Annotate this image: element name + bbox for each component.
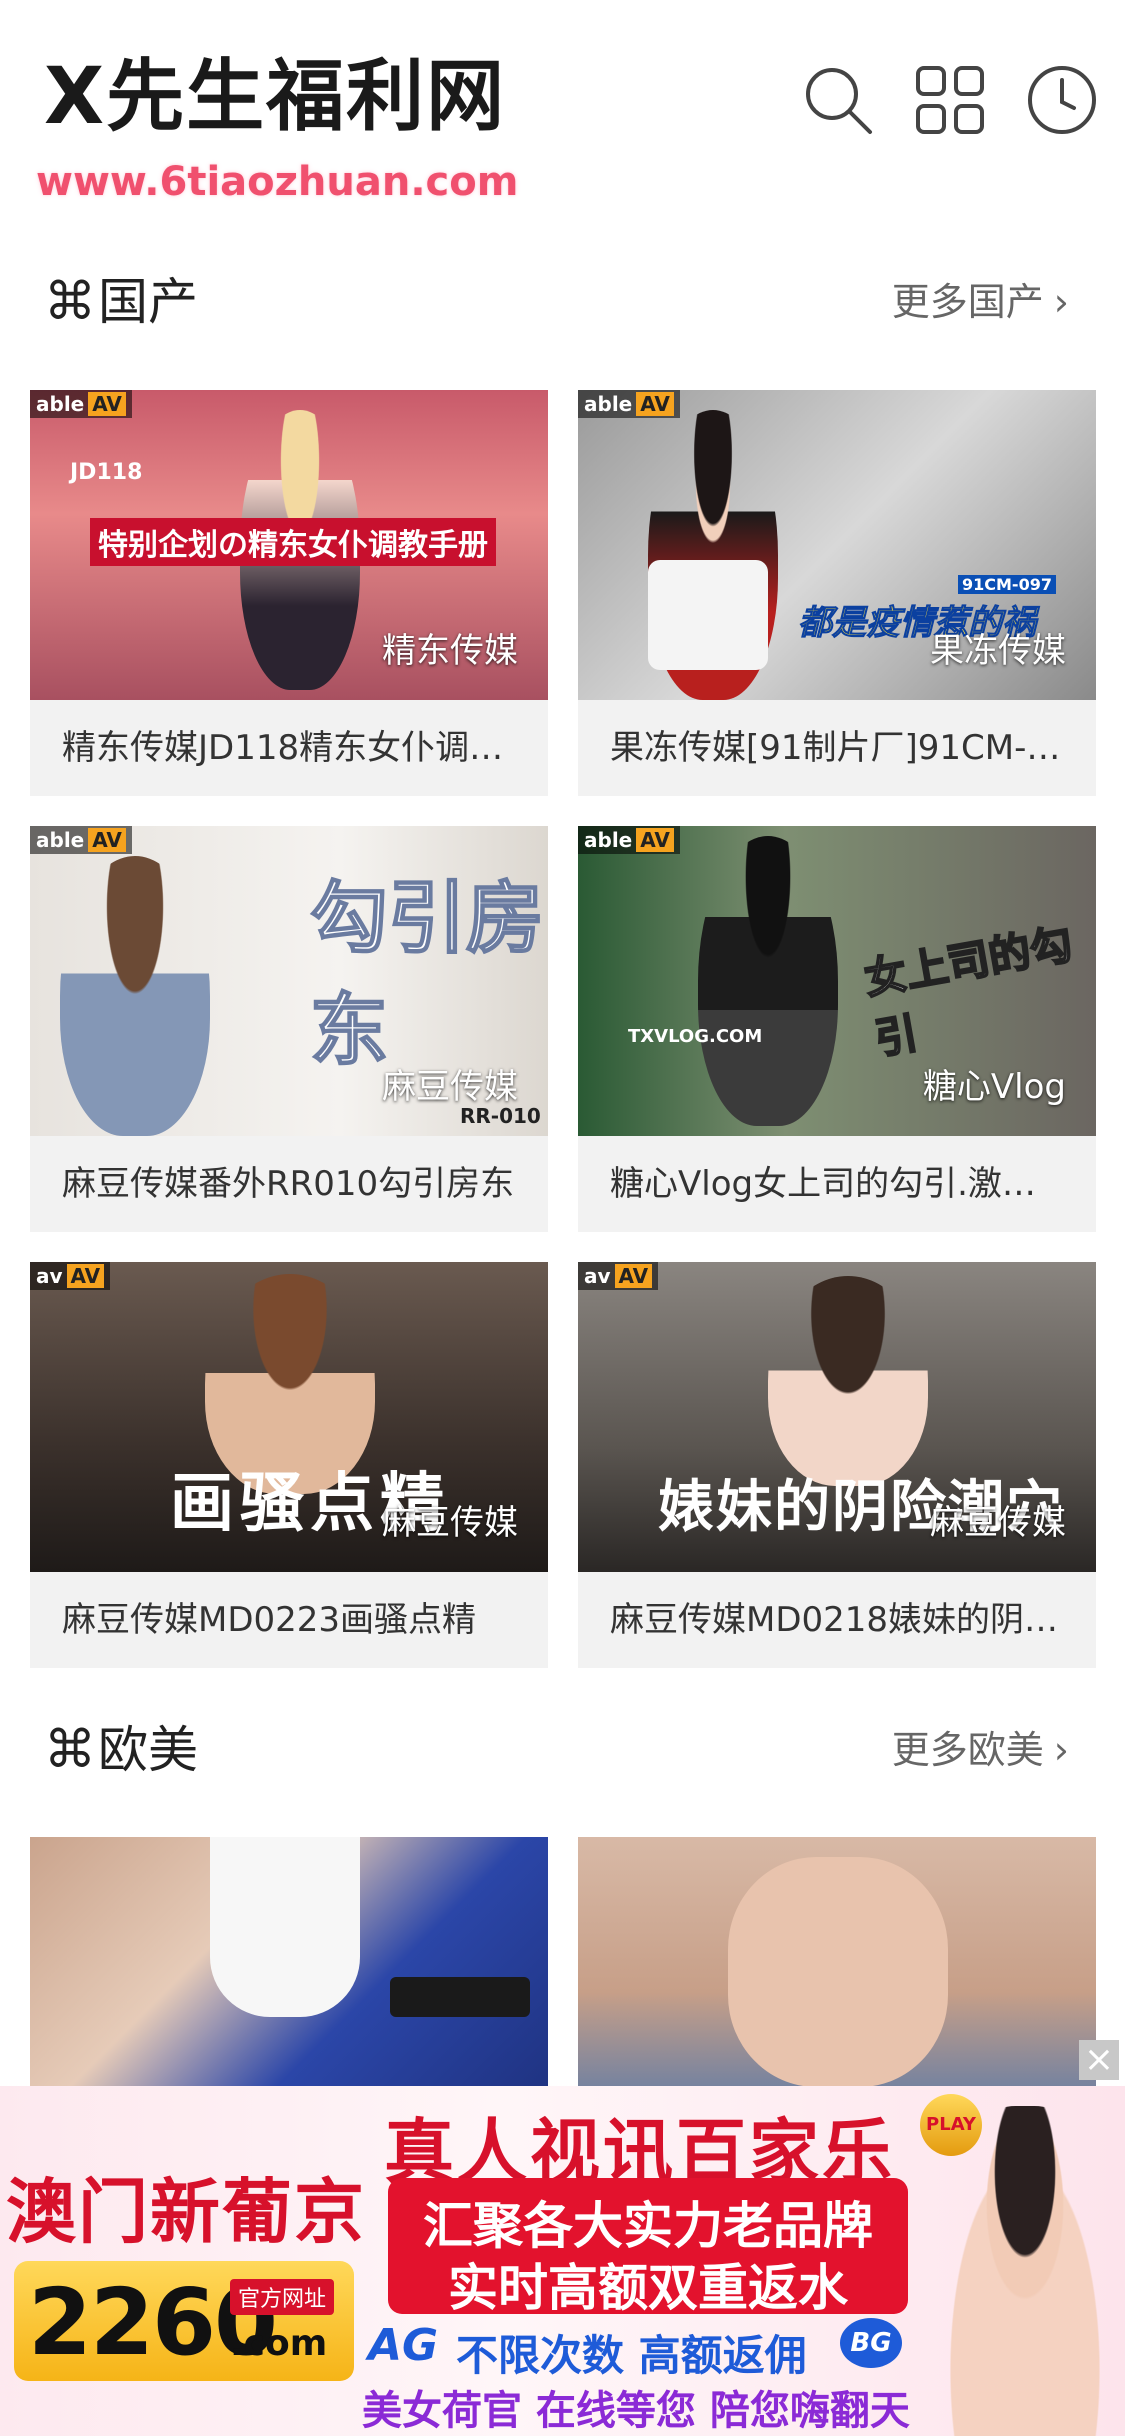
section-title-text: 国产 [98,273,198,331]
av-badge: able AV [578,826,680,854]
site-url: www.6tiaozhuan.com [36,159,519,205]
video-title: 麻豆传媒番外RR010勾引房东 [62,1164,515,1204]
search-icon[interactable] [800,62,876,138]
site-title[interactable]: X先生福利网 [44,58,506,136]
section-title-text: 欧美 [98,1721,198,1779]
av-badge: able AV [30,390,132,418]
video-source: 麻豆传媒 [930,1503,1066,1543]
thumbnail-caption: 勾引房东 [309,873,545,1077]
video-title: 麻豆传媒MD0223画骚点精 [62,1600,477,1640]
video-thumbnail: av AV 画骚点精 麻豆传媒 [30,1262,548,1572]
video-card[interactable]: able AV 女上司的勾引 TXVLOG.COM 糖心Vlog 糖心Vlog女上… [578,826,1096,1232]
bg-logo-icon: BG [840,2318,902,2368]
video-thumbnail: av AV 婊妹的阴险潮穴 麻豆传媒 [578,1262,1096,1572]
av-badge: able AV [30,826,132,854]
video-thumbnail: able AV 都是疫情惹的祸 91CM-097 果冻传媒 [578,390,1096,700]
ad-dot-com: .com [230,2323,328,2364]
video-source: 糖心Vlog [922,1067,1066,1107]
ad-close-button[interactable]: × [1079,2040,1119,2080]
chevron-right-icon: › [1053,280,1069,324]
video-source: 麻豆传媒 [382,1067,518,1107]
ad-red-box: 汇聚各大实力老品牌 实时高额双重返水 [388,2178,908,2317]
ad-line4: 美女荷官 在线等您 陪您嗨翻天 [362,2388,910,2434]
video-title: 糖心Vlog女上司的勾引.激情肉欲 [610,1164,1096,1204]
thumbnail-figure [768,1276,928,1486]
section-title: ⌘ 国产 [44,262,198,342]
app-header: X先生福利网 www.6tiaozhuan.com [0,0,1125,230]
command-icon: ⌘ [44,1720,96,1780]
chevron-right-icon: › [1053,1728,1069,1772]
video-card[interactable] [30,1837,548,2086]
command-icon: ⌘ [44,272,96,332]
ad-line3: 不限次数 高额返佣 [456,2331,807,2380]
video-card[interactable]: able AV JD118 特别企划の精东女仆调教手册 精东传媒 精东传媒JD11… [30,390,548,796]
video-thumbnail: able AV 勾引房东 RR-010 麻豆传媒 [30,826,548,1136]
av-badge: av AV [578,1262,659,1290]
section-title: ⌘ 欧美 [44,1710,198,1790]
video-card[interactable] [578,1837,1096,2086]
thumbnail-code: 91CM-097 [958,575,1056,594]
section-header-guochan: ⌘ 国产 更多国产 › [0,262,1125,342]
video-title: 果冻传媒[91制片厂]91CM-097都是疫情惹的祸 [610,728,1096,768]
video-thumbnail: able AV JD118 特别企划の精东女仆调教手册 精东传媒 [30,390,548,700]
av-badge: av AV [30,1262,111,1290]
video-thumbnail [578,1837,1096,2086]
section-header-oumei: ⌘ 欧美 更多欧美 › [0,1710,1125,1790]
video-source: 麻豆传媒 [382,1503,518,1543]
thumbnail-figure [698,836,838,1126]
grid-icon[interactable] [912,62,988,138]
video-card[interactable]: av AV 画骚点精 麻豆传媒 麻豆传媒MD0223画骚点精 [30,1262,548,1668]
ad-left-title: 澳门新葡京 [6,2171,366,2253]
video-card[interactable]: able AV 勾引房东 RR-010 麻豆传媒 麻豆传媒番外RR010勾引房东 [30,826,548,1232]
thumbnail-figure [210,1837,360,2017]
video-title: 精东传媒JD118精东女仆调教手册 [62,728,548,768]
ad-model-image [930,2106,1120,2436]
thumbnail-code: TXVLOG.COM [628,1026,763,1047]
video-thumbnail [30,1837,548,2086]
thumbnail-caption: 女上司的勾引 [860,918,1077,1065]
more-link-label: 更多国产 [891,280,1044,324]
ad-banner[interactable]: 澳门新葡京 2260 官方网址 .com 真人视讯百家乐 PLAY 汇聚各大实力… [0,2086,1125,2436]
video-card[interactable]: av AV 婊妹的阴险潮穴 麻豆传媒 麻豆传媒MD0218婊妹的阴险潮穴 [578,1262,1096,1668]
thumbnail-belt [390,1977,530,2017]
av-badge: able AV [578,390,680,418]
video-source: 精东传媒 [382,631,518,671]
more-guochan-link[interactable]: 更多国产 › [892,262,1069,342]
ad-official-tag: 官方网址 [230,2279,335,2315]
ag-logo-icon: AG [368,2320,439,2371]
video-title: 麻豆传媒MD0218婊妹的阴险潮穴 [610,1600,1096,1640]
thumbnail-code: JD118 [70,460,143,485]
video-card[interactable]: able AV 都是疫情惹的祸 91CM-097 果冻传媒 果冻传媒[91制片厂]… [578,390,1096,796]
thumbnail-figure [728,1857,948,2086]
ad-number-box: 2260 官方网址 .com [14,2261,354,2381]
thumbnail-figure [60,856,210,1136]
more-link-label: 更多欧美 [891,1728,1044,1772]
video-source: 果冻传媒 [930,631,1066,671]
video-thumbnail: able AV 女上司的勾引 TXVLOG.COM 糖心Vlog [578,826,1096,1136]
history-icon[interactable] [1024,62,1100,138]
pillow-shape [648,560,768,670]
thumbnail-caption: 特别企划の精东女仆调教手册 [90,518,496,566]
ad-line2: 实时高额双重返水 [448,2259,848,2317]
more-oumei-link[interactable]: 更多欧美 › [892,1710,1069,1790]
